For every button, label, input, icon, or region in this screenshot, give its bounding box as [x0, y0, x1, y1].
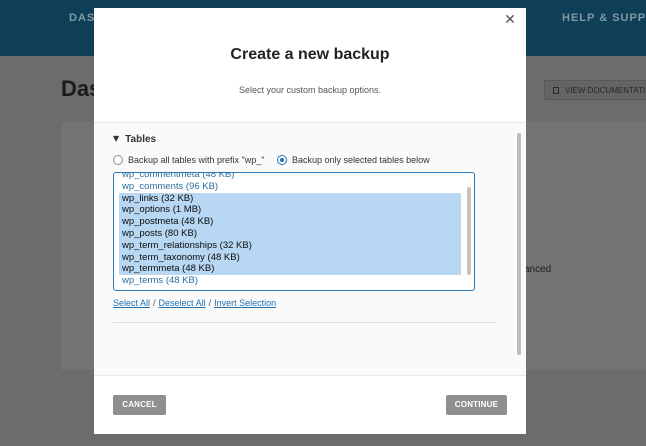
- modal-subtitle: Select your custom backup options.: [238, 85, 382, 95]
- table-list-items: wp_commentmeta (48 KB) wp_comments (96 KB…: [119, 173, 461, 287]
- modal-body: ▼ Tables Backup all tables with prefix "w…: [94, 122, 526, 376]
- link-separator: /: [208, 298, 212, 308]
- modal-title: Create a new backup: [230, 46, 390, 63]
- deselect-all-link[interactable]: Deselect All: [159, 298, 206, 308]
- table-select-list[interactable]: wp_commentmeta (48 KB) wp_comments (96 KB…: [113, 172, 475, 291]
- cancel-button[interactable]: CANCEL: [113, 395, 166, 415]
- select-all-link[interactable]: Select All: [113, 298, 150, 308]
- tables-section-toggle[interactable]: ▼ Tables: [113, 134, 156, 145]
- table-option[interactable]: wp_term_taxonomy (48 KB): [119, 251, 461, 264]
- backup-selected-label: Backup only selected tables below: [292, 155, 430, 165]
- backup-all-tables-option[interactable]: Backup all tables with prefix "wp_": [113, 155, 264, 165]
- table-option[interactable]: wp_termmeta (48 KB): [119, 263, 461, 276]
- list-scrollbar[interactable]: [467, 187, 471, 275]
- nav-item-help-support[interactable]: HELP & SUPPOR: [562, 12, 646, 24]
- table-option[interactable]: wp_comments (96 KB): [119, 181, 461, 193]
- table-option[interactable]: wp_options (1 MB): [119, 204, 461, 217]
- link-separator: /: [153, 298, 156, 308]
- view-documentation-label: VIEW DOCUMENTATI: [565, 86, 646, 95]
- radio-backup-all[interactable]: [113, 155, 123, 165]
- close-icon[interactable]: ✕: [502, 12, 518, 28]
- modal-scrollbar[interactable]: [517, 133, 521, 355]
- advanced-link[interactable]: anced: [524, 264, 551, 275]
- table-option[interactable]: wp_postmeta (48 KB): [119, 216, 461, 228]
- table-option[interactable]: wp_terms (48 KB): [119, 275, 461, 287]
- invert-selection-link[interactable]: Invert Selection: [214, 298, 276, 308]
- tables-heading: Tables: [125, 134, 157, 145]
- backup-selected-tables-option[interactable]: Backup only selected tables below: [277, 155, 430, 165]
- create-backup-modal: ✕ Create a new backup Select your custom…: [94, 8, 526, 434]
- table-option[interactable]: wp_commentmeta (48 KB): [119, 173, 461, 181]
- table-option[interactable]: wp_posts (80 KB): [119, 227, 461, 240]
- backup-all-label: Backup all tables with prefix "wp_": [128, 155, 265, 165]
- document-icon: [553, 87, 559, 94]
- selection-links: Select All / Deselect All / Invert Selection: [113, 298, 276, 308]
- table-option[interactable]: wp_links (32 KB): [119, 192, 461, 205]
- divider: [113, 322, 497, 323]
- radio-backup-selected[interactable]: [277, 155, 287, 165]
- continue-button[interactable]: CONTINUE: [446, 395, 507, 415]
- table-option[interactable]: wp_term_relationships (32 KB): [119, 239, 461, 252]
- triangle-down-icon: ▼: [113, 134, 120, 143]
- view-documentation-button[interactable]: VIEW DOCUMENTATI: [544, 80, 646, 100]
